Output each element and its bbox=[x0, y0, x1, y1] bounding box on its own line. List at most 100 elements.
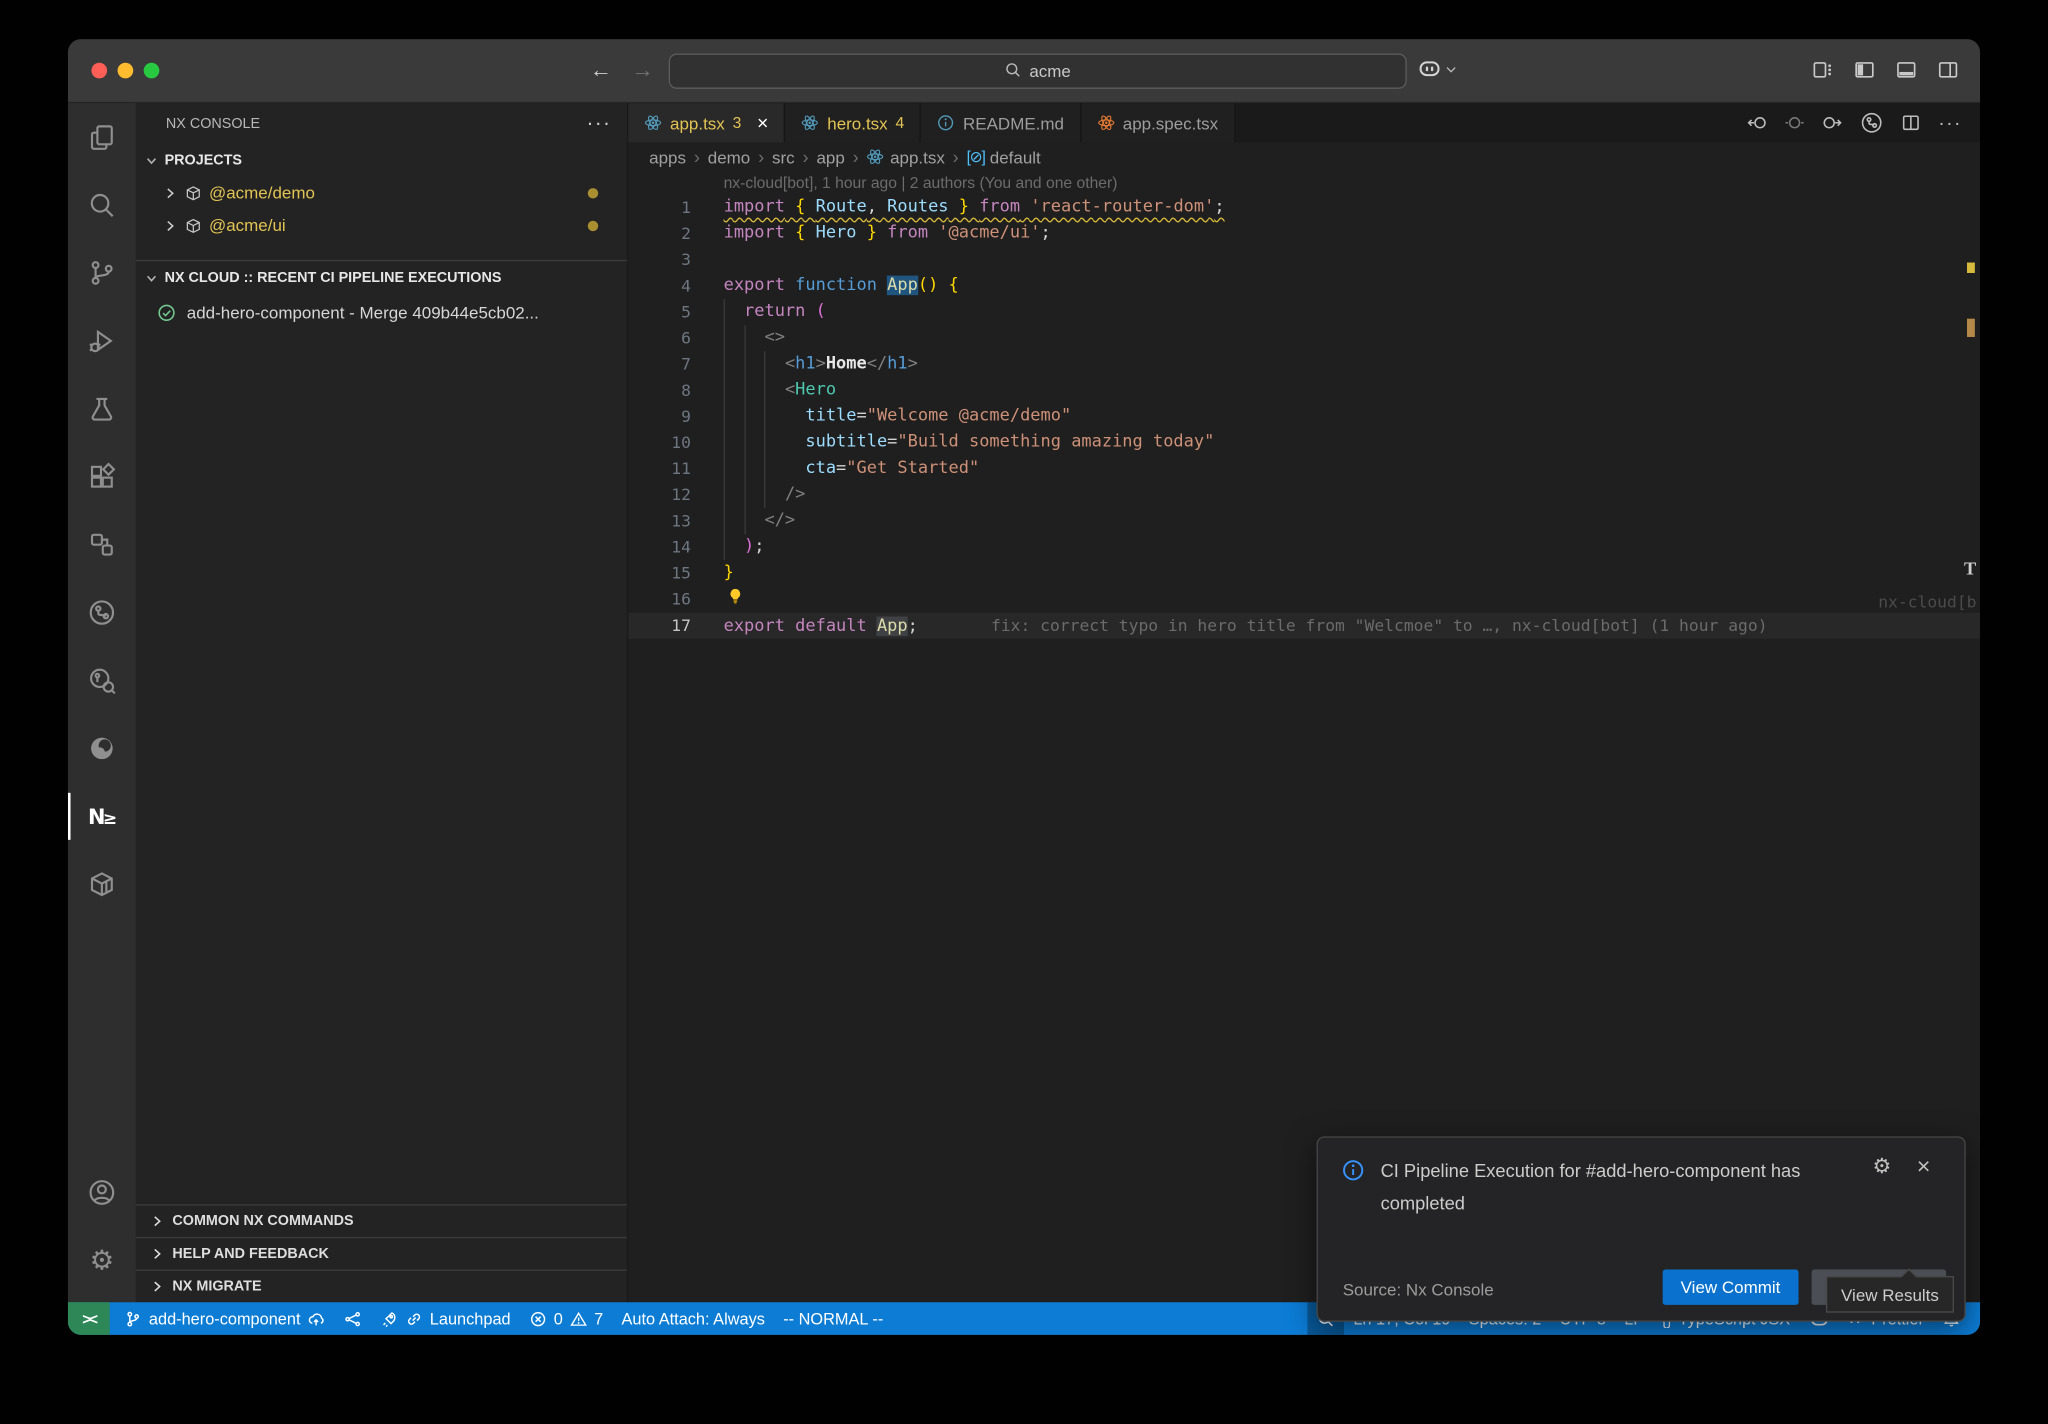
line-number: 13 bbox=[628, 508, 691, 534]
git-graph-icon[interactable] bbox=[1860, 111, 1884, 135]
activity-item-nx-console[interactable]: N≥ bbox=[68, 782, 136, 850]
more-actions-icon[interactable]: ··· bbox=[1938, 112, 1962, 134]
code-line-8[interactable]: 8 <Hero bbox=[628, 377, 1980, 403]
code-token: subtitle bbox=[805, 432, 887, 452]
modified-dot bbox=[588, 220, 598, 230]
breadcrumb-item[interactable]: demo bbox=[708, 147, 750, 167]
next-change-icon[interactable] bbox=[1822, 112, 1843, 133]
close-window-button[interactable] bbox=[91, 63, 107, 79]
cloud-upload-icon bbox=[307, 1310, 325, 1328]
code-line-11[interactable]: 11 cta="Get Started" bbox=[628, 456, 1980, 482]
code-line-5[interactable]: 5 return ( bbox=[628, 299, 1980, 325]
code-line-7[interactable]: 7 <h1>Home</h1> bbox=[628, 351, 1980, 377]
git-graph-status[interactable] bbox=[334, 1302, 371, 1335]
activity-item-containers[interactable] bbox=[68, 850, 136, 918]
line-number: 2 bbox=[628, 221, 691, 247]
notification-settings-icon[interactable]: ⚙ bbox=[1873, 1156, 1892, 1177]
code-line-14[interactable]: 14 ); bbox=[628, 534, 1980, 560]
close-icon[interactable]: × bbox=[1917, 1153, 1931, 1180]
launchpad-status[interactable]: Launchpad bbox=[371, 1302, 520, 1335]
code-line-15[interactable]: 15} bbox=[628, 560, 1980, 586]
vim-mode-status[interactable]: -- NORMAL -- bbox=[774, 1302, 892, 1335]
more-actions-icon[interactable]: ··· bbox=[586, 112, 611, 136]
tab-app.tsx[interactable]: app.tsx3× bbox=[628, 103, 785, 142]
code-line-17[interactable]: 17export default App;fix: correct typo i… bbox=[628, 613, 1980, 639]
screen: ← → acme N≥ ⚙ bbox=[0, 0, 2048, 1424]
customize-layout-icon[interactable] bbox=[1812, 59, 1834, 81]
activity-item-references[interactable] bbox=[68, 511, 136, 579]
code-line-13[interactable]: 13 </> bbox=[628, 508, 1980, 534]
copilot-menu-button[interactable] bbox=[1417, 56, 1457, 81]
lightbulb-icon[interactable] bbox=[726, 592, 744, 612]
tab-README.md[interactable]: README.md bbox=[921, 103, 1081, 142]
remote-icon: >< bbox=[82, 1310, 95, 1328]
projects-section-header[interactable]: PROJECTS bbox=[136, 145, 627, 176]
code-token: h1 bbox=[887, 354, 907, 374]
code-token: Home bbox=[826, 354, 867, 374]
code-editor[interactable]: nx-cloud[bot], 1 hour ago | 2 authors (Y… bbox=[628, 171, 1980, 1302]
auto-attach-status[interactable]: Auto Attach: Always bbox=[612, 1302, 774, 1335]
line-number: 1 bbox=[628, 195, 691, 221]
activity-item-testing[interactable] bbox=[68, 375, 136, 443]
code-token: } bbox=[724, 563, 734, 583]
code-line-3[interactable]: 3 bbox=[628, 247, 1980, 273]
project-item[interactable]: @acme/ui bbox=[136, 209, 627, 242]
activity-item-settings[interactable]: ⚙ bbox=[68, 1226, 136, 1294]
activity-item-extensions[interactable] bbox=[68, 443, 136, 511]
command-center-search[interactable]: acme bbox=[669, 54, 1407, 89]
maximize-window-button[interactable] bbox=[144, 63, 160, 79]
view-commit-button[interactable]: View Commit bbox=[1662, 1270, 1798, 1305]
close-icon[interactable]: × bbox=[757, 113, 768, 133]
notification-message: CI Pipeline Execution for #add-hero-comp… bbox=[1381, 1155, 1867, 1220]
code-line-9[interactable]: 9 title="Welcome @acme/demo" bbox=[628, 404, 1980, 430]
breadcrumb-item[interactable]: app bbox=[816, 147, 844, 167]
code-line-4[interactable]: 4export function App() { bbox=[628, 273, 1980, 299]
problems-status[interactable]: 07 bbox=[520, 1302, 613, 1335]
code-line-16[interactable]: 16 bbox=[628, 586, 1980, 612]
nx-cloud-section-header[interactable]: NX CLOUD :: RECENT CI PIPELINE EXECUTION… bbox=[136, 261, 627, 295]
navigate-back-icon[interactable]: ← bbox=[585, 55, 616, 86]
activity-item-git-history[interactable] bbox=[68, 647, 136, 715]
tab-app.spec.tsx[interactable]: app.spec.tsx bbox=[1081, 103, 1235, 142]
previous-change-icon[interactable] bbox=[1746, 112, 1767, 133]
activity-item-explorer[interactable] bbox=[68, 103, 136, 171]
navigate-forward-icon[interactable]: → bbox=[627, 55, 658, 86]
breadcrumb-item[interactable]: src bbox=[772, 147, 795, 167]
project-item[interactable]: @acme/demo bbox=[136, 176, 627, 209]
breadcrumb-item[interactable]: app.tsx bbox=[867, 147, 945, 167]
branch-status[interactable]: add-hero-component bbox=[115, 1302, 334, 1335]
code-token: App bbox=[877, 616, 908, 636]
activity-item-source-control[interactable] bbox=[68, 239, 136, 307]
toggle-panel-icon[interactable] bbox=[1895, 59, 1917, 81]
current-change-icon[interactable] bbox=[1784, 112, 1805, 133]
tab-label: README.md bbox=[963, 113, 1064, 133]
code-line-1[interactable]: 1import { Route, Routes } from 'react-ro… bbox=[628, 195, 1980, 221]
code-token: Hero bbox=[816, 223, 857, 243]
toggle-secondary-sidebar-icon[interactable] bbox=[1937, 59, 1959, 81]
sidebar-section-nx-migrate[interactable]: NX MIGRATE bbox=[136, 1270, 627, 1303]
line-content: import { Hero } from '@acme/ui'; bbox=[724, 221, 1051, 247]
minimize-window-button[interactable] bbox=[118, 63, 134, 79]
split-editor-icon[interactable] bbox=[1900, 112, 1921, 133]
breadcrumb-item[interactable]: [⊘]default bbox=[967, 147, 1041, 167]
line-number: 9 bbox=[628, 404, 691, 430]
code-line-10[interactable]: 10 subtitle="Build something amazing tod… bbox=[628, 430, 1980, 456]
activity-item-run-debug[interactable] bbox=[68, 307, 136, 375]
code-line-2[interactable]: 2 import { Hero } from '@acme/ui'; bbox=[628, 221, 1980, 247]
sidebar-section-common-nx-commands[interactable]: COMMON NX COMMANDS bbox=[136, 1204, 627, 1237]
toggle-primary-sidebar-icon[interactable] bbox=[1853, 59, 1875, 81]
tab-hero.tsx[interactable]: hero.tsx4 bbox=[785, 103, 921, 142]
code-line-6[interactable]: 6 <> bbox=[628, 325, 1980, 351]
activity-item-search[interactable] bbox=[68, 171, 136, 239]
sidebar-section-help-and-feedback[interactable]: HELP AND FEEDBACK bbox=[136, 1237, 627, 1270]
code-line-12[interactable]: 12 /> bbox=[628, 482, 1980, 508]
pipeline-execution-item[interactable]: add-hero-component - Merge 409b44e5cb02.… bbox=[136, 295, 627, 329]
remote-indicator[interactable]: >< bbox=[68, 1302, 110, 1335]
activity-item-accounts[interactable] bbox=[68, 1159, 136, 1227]
code-token: import bbox=[724, 223, 785, 243]
code-token: from bbox=[979, 197, 1020, 217]
activity-item-edge-tools[interactable] bbox=[68, 714, 136, 782]
breadcrumb-item[interactable]: apps bbox=[649, 147, 686, 167]
activity-item-pull-requests[interactable] bbox=[68, 579, 136, 647]
line-number: 15 bbox=[628, 560, 691, 586]
